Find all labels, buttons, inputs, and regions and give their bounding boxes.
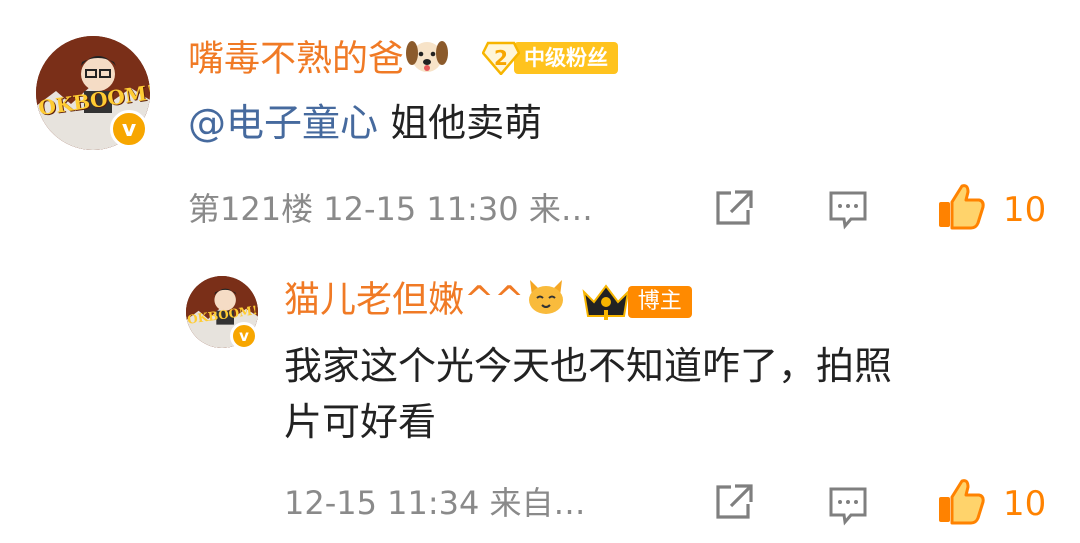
reply-username[interactable]: 猫儿老但嫩^^ 博主 xyxy=(284,276,692,327)
reply-username-text: 猫儿老但嫩^^ xyxy=(284,279,525,321)
reply-verified-icon: v xyxy=(230,322,258,350)
share-icon[interactable] xyxy=(713,188,755,232)
fan-level-badge[interactable]: 2 中级粉丝 xyxy=(482,40,618,76)
reply-like-icon[interactable] xyxy=(936,477,986,529)
like-count: 10 xyxy=(1003,190,1047,230)
owner-badge-label: 博主 xyxy=(627,285,692,318)
fan-level-number: 2 xyxy=(494,46,508,70)
reply-time: 12-15 11:34 xyxy=(284,484,480,522)
comment-icon[interactable] xyxy=(827,188,869,234)
reply-comment-icon[interactable] xyxy=(827,484,869,530)
comment-meta: 第121楼 12-15 11:30 来… xyxy=(188,189,593,229)
reply-meta: 12-15 11:34 来自… xyxy=(284,483,586,523)
comment-source: 来… xyxy=(528,190,593,228)
comment-floor: 第121楼 xyxy=(188,190,314,228)
comment-username-text: 嘴毒不熟的爸 xyxy=(188,38,405,80)
reply-share-icon[interactable] xyxy=(713,482,755,526)
reply-source: 来自… xyxy=(489,484,586,522)
fan-level-label: 中级粉丝 xyxy=(514,42,618,74)
reply-text-line-1: 我家这个光今天也不知道咋了，拍照 xyxy=(284,344,893,388)
mention-link[interactable]: @电子童心 xyxy=(188,101,378,145)
crown-icon xyxy=(582,283,630,320)
comment-time: 12-15 11:30 xyxy=(323,190,519,228)
comment-username[interactable]: 嘴毒不熟的爸 xyxy=(188,35,450,86)
verified-icon: v xyxy=(110,110,148,148)
owner-badge: 博主 xyxy=(580,282,692,322)
like-icon[interactable] xyxy=(936,182,986,234)
dog-emoji-icon xyxy=(404,35,450,86)
cat-emoji-icon xyxy=(524,276,568,327)
reply-like-count: 10 xyxy=(1003,484,1047,524)
comment-body: 姐他卖萌 xyxy=(390,101,543,145)
reply-text-line-2: 片可好看 xyxy=(284,400,437,444)
fan-level-icon: 2 xyxy=(482,41,520,75)
comment-text: @电子童心 姐他卖萌 xyxy=(188,100,542,146)
